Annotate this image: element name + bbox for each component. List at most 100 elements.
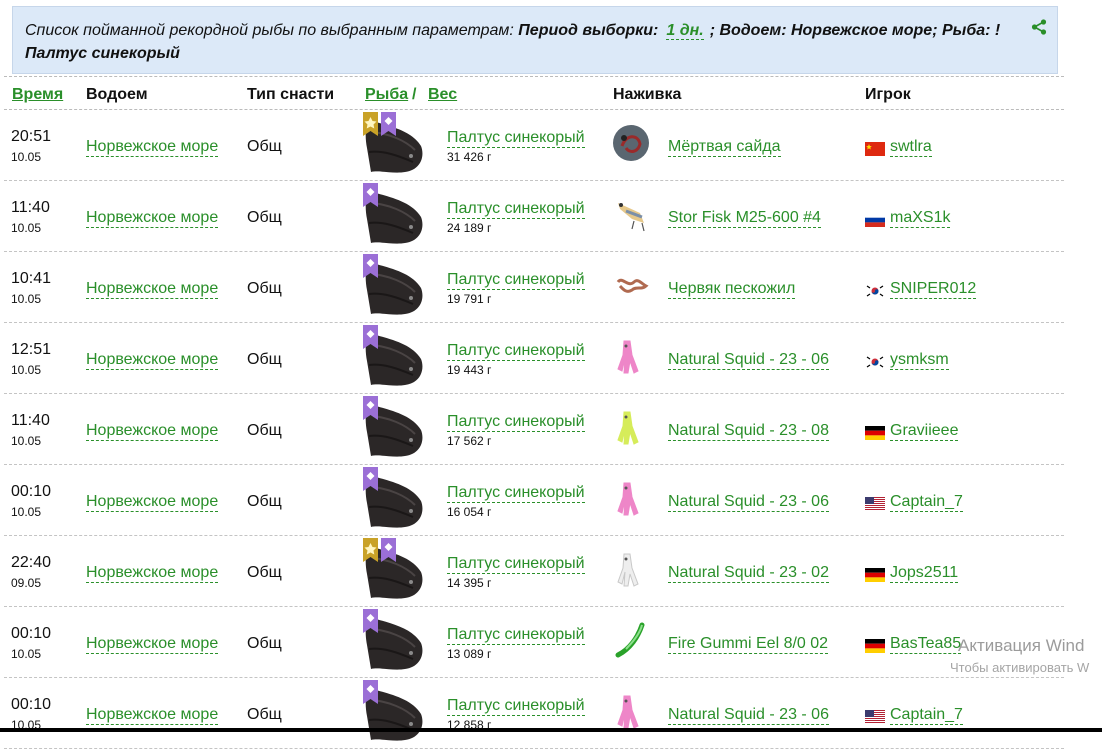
player-link[interactable]: Jops2511 xyxy=(890,564,959,583)
player-link[interactable]: SNIPER012 xyxy=(890,280,977,299)
bait-link[interactable]: Natural Squid - 23 - 08 xyxy=(668,422,829,441)
germany-flag-icon xyxy=(865,426,885,440)
water-link[interactable]: Норвежское море xyxy=(86,138,219,157)
halibut-fish-icon[interactable] xyxy=(359,467,427,531)
bait-link[interactable]: Natural Squid - 23 - 02 xyxy=(668,564,829,583)
bait-link[interactable]: Червяк пескожил xyxy=(668,280,796,299)
header-bait: Наживка xyxy=(613,86,682,103)
table-row: 22:40 09.05 Норвежское море Общ Палтус с… xyxy=(4,536,1064,607)
player-link[interactable]: ysmksm xyxy=(890,351,949,370)
green-eel-lure-icon[interactable] xyxy=(612,621,650,659)
player-link[interactable]: BasTea85 xyxy=(890,635,962,654)
fish-weight: 16 054 г xyxy=(447,505,492,519)
table-header: Время Водоем Тип снасти Рыба / Вес Нажив… xyxy=(4,77,1064,110)
pink-squid-lure-icon[interactable] xyxy=(612,479,650,517)
water-link[interactable]: Норвежское море xyxy=(86,209,219,228)
fish-link[interactable]: Палтус синекорый xyxy=(447,271,585,290)
pink-squid-lure-icon[interactable] xyxy=(612,692,650,730)
halibut-fish-icon[interactable] xyxy=(359,680,427,744)
header-player: Игрок xyxy=(865,86,911,103)
header-water: Водоем xyxy=(86,86,148,103)
catch-time: 11:40 xyxy=(11,199,50,216)
germany-flag-icon xyxy=(865,639,885,653)
table-row: 00:10 10.05 Норвежское море Общ Палтус с… xyxy=(4,607,1064,678)
windows-activation-title: Активация Wind xyxy=(958,636,1085,655)
banner-water-text: ; Водоем: Норвежское море; Рыба: ! xyxy=(709,22,1001,39)
period-label: Период выборки: xyxy=(518,22,659,39)
bait-link[interactable]: Мёртвая сайда xyxy=(668,138,781,157)
tackle-type: Общ xyxy=(247,422,282,439)
windows-activation-hint: Чтобы активировать W xyxy=(950,660,1090,675)
fish-weight: 31 426 г xyxy=(447,150,492,164)
bait-link[interactable]: Natural Squid - 23 - 06 xyxy=(668,351,829,370)
korea-flag-icon xyxy=(865,284,885,298)
water-link[interactable]: Норвежское море xyxy=(86,280,219,299)
catch-date: 10.05 xyxy=(11,292,42,306)
water-link[interactable]: Норвежское море xyxy=(86,706,219,725)
catch-time: 12:51 xyxy=(11,341,52,358)
table-row: 12:51 10.05 Норвежское море Общ Палтус с… xyxy=(4,323,1064,394)
player-link[interactable]: swtlra xyxy=(890,138,932,157)
fish-weight: 19 443 г xyxy=(447,363,492,377)
bait-link[interactable]: Natural Squid - 23 - 06 xyxy=(668,493,829,512)
taskbar-edge xyxy=(0,728,1102,732)
halibut-fish-icon[interactable] xyxy=(359,325,427,389)
sort-by-fish[interactable]: Рыба xyxy=(365,86,408,104)
fish-link[interactable]: Палтус синекорый xyxy=(447,413,585,432)
russia-flag-icon xyxy=(865,213,885,227)
catch-time: 00:10 xyxy=(11,625,52,642)
halibut-fish-icon[interactable] xyxy=(359,112,427,176)
fish-link[interactable]: Палтус синекорый xyxy=(447,626,585,645)
bait-link[interactable]: Natural Squid - 23 - 06 xyxy=(668,706,829,725)
table-body: 20:51 10.05 Норвежское море Общ Палтус с… xyxy=(4,110,1064,749)
water-link[interactable]: Норвежское море xyxy=(86,564,219,583)
share-icon[interactable] xyxy=(1031,19,1047,35)
player-link[interactable]: maXS1k xyxy=(890,209,951,228)
sort-by-time[interactable]: Время xyxy=(12,86,63,104)
bait-link[interactable]: Stor Fisk M25-600 #4 xyxy=(668,209,821,228)
tackle-type: Общ xyxy=(247,138,282,155)
player-link[interactable]: Graviieee xyxy=(890,422,959,441)
fish-weight: 19 791 г xyxy=(447,292,492,306)
fish-weight: 17 562 г xyxy=(447,434,492,448)
halibut-fish-icon[interactable] xyxy=(359,396,427,460)
catch-date: 10.05 xyxy=(11,221,42,235)
fish-link[interactable]: Палтус синекорый xyxy=(447,555,585,574)
fish-link[interactable]: Палтус синекорый xyxy=(447,129,585,148)
filter-summary-banner: Список пойманной рекордной рыбы по выбра… xyxy=(12,6,1058,74)
china-flag-icon xyxy=(865,142,885,156)
period-link[interactable]: 1 дн. xyxy=(666,22,704,40)
fish-link[interactable]: Палтус синекорый xyxy=(447,200,585,219)
white-squid-lure-icon[interactable] xyxy=(612,550,650,588)
tackle-type: Общ xyxy=(247,351,282,368)
table-row: 10:41 10.05 Норвежское море Общ Палтус с… xyxy=(4,252,1064,323)
player-link[interactable]: Captain_7 xyxy=(890,493,963,512)
bait-link[interactable]: Fire Gummi Eel 8/0 02 xyxy=(668,635,829,654)
pink-squid-lure-icon[interactable] xyxy=(612,337,650,375)
germany-flag-icon xyxy=(865,568,885,582)
dead-fish-bait-icon[interactable] xyxy=(612,124,650,162)
worm-bait-icon[interactable] xyxy=(612,266,650,304)
player-link[interactable]: Captain_7 xyxy=(890,706,963,725)
water-link[interactable]: Норвежское море xyxy=(86,351,219,370)
korea-flag-icon xyxy=(865,355,885,369)
catch-date: 09.05 xyxy=(11,576,42,590)
water-link[interactable]: Норвежское море xyxy=(86,493,219,512)
fish-link[interactable]: Палтус синекорый xyxy=(447,342,585,361)
tackle-type: Общ xyxy=(247,280,282,297)
fish-link[interactable]: Палтус синекорый xyxy=(447,697,585,716)
yellow-squid-lure-icon[interactable] xyxy=(612,408,650,446)
table-row: 00:10 10.05 Норвежское море Общ Палтус с… xyxy=(4,678,1064,749)
fish-weight: 24 189 г xyxy=(447,221,492,235)
halibut-fish-icon[interactable] xyxy=(359,254,427,318)
halibut-fish-icon[interactable] xyxy=(359,538,427,602)
halibut-fish-icon[interactable] xyxy=(359,609,427,673)
sort-by-weight[interactable]: Вес xyxy=(428,86,457,104)
halibut-fish-icon[interactable] xyxy=(359,183,427,247)
catch-date: 10.05 xyxy=(11,363,42,377)
fish-link[interactable]: Палтус синекорый xyxy=(447,484,585,503)
header-tackle: Тип снасти xyxy=(247,86,335,103)
water-link[interactable]: Норвежское море xyxy=(86,422,219,441)
wobbler-lure-icon[interactable] xyxy=(612,195,650,233)
water-link[interactable]: Норвежское море xyxy=(86,635,219,654)
